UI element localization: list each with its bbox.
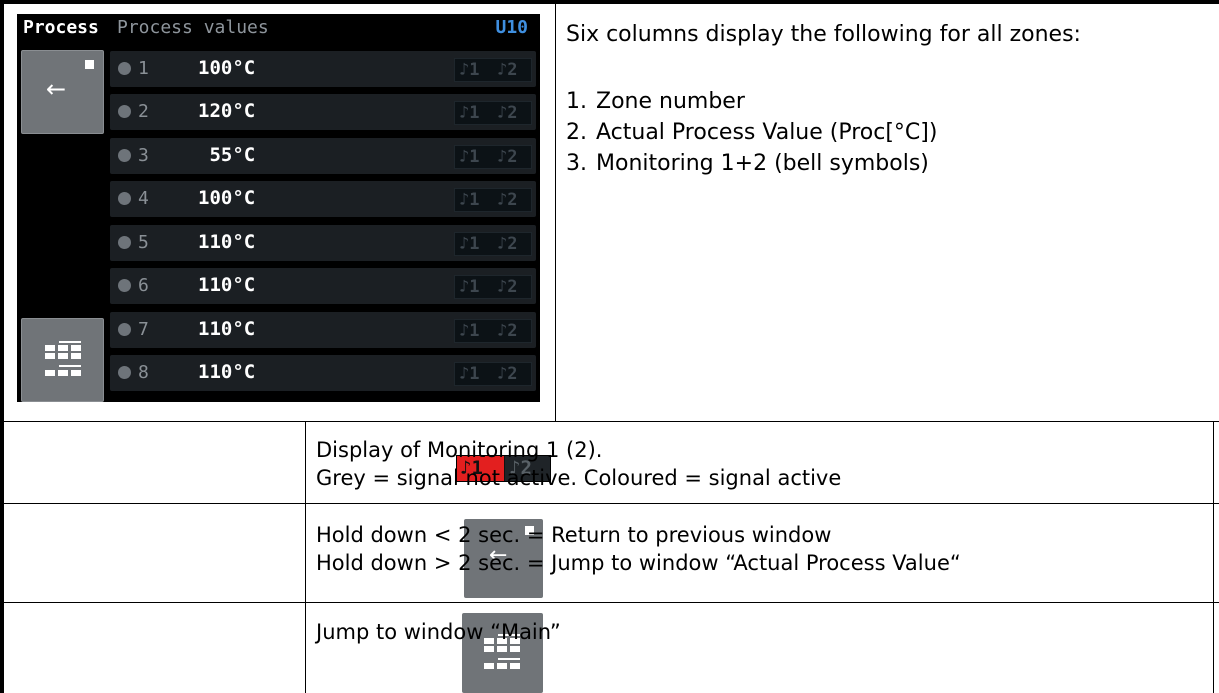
zone-status-icon bbox=[118, 323, 131, 336]
process-value: 110°C bbox=[198, 318, 256, 340]
indicator-square-icon bbox=[85, 60, 94, 69]
screen-title: Process bbox=[23, 17, 99, 38]
process-value: 110°C bbox=[198, 231, 256, 253]
monitoring-1-bell-icon: ♪1 bbox=[459, 103, 480, 123]
back-button[interactable]: ← bbox=[21, 50, 104, 134]
column-divider bbox=[305, 421, 306, 693]
process-value: 100°C bbox=[198, 57, 256, 79]
monitoring-2-bell-icon: ♪2 bbox=[497, 103, 518, 123]
list-text: Actual Process Value (Proc[°C]) bbox=[596, 120, 938, 145]
process-value: 110°C bbox=[198, 361, 256, 383]
zone-number: 1 bbox=[138, 58, 149, 79]
row-divider bbox=[0, 503, 1219, 504]
table-border-top bbox=[0, 0, 1219, 4]
list-number: 3. bbox=[566, 151, 587, 176]
zone-number: 6 bbox=[138, 275, 149, 296]
monitoring-bells: ♪1 ♪2 bbox=[454, 232, 532, 256]
zone-row[interactable]: 3 55°C ♪1 ♪2 bbox=[110, 138, 536, 174]
unit-tag: U10 bbox=[495, 17, 528, 38]
table-border-left bbox=[0, 0, 4, 693]
process-value: 55°C bbox=[198, 144, 256, 166]
zone-number: 2 bbox=[138, 101, 149, 122]
legend-text-line: Display of Monitoring 1 (2). bbox=[316, 438, 603, 462]
legend-text-line: Jump to window “Main” bbox=[316, 620, 561, 644]
zone-row[interactable]: 4 100°C ♪1 ♪2 bbox=[110, 181, 536, 217]
zone-row[interactable]: 7 110°C ♪1 ♪2 bbox=[110, 312, 536, 348]
zone-number: 4 bbox=[138, 188, 149, 209]
monitoring-1-bell-icon: ♪1 bbox=[459, 277, 480, 297]
list-item: 2. Actual Process Value (Proc[°C]) bbox=[566, 118, 937, 149]
monitoring-1-bell-icon: ♪1 bbox=[459, 147, 480, 167]
monitoring-bells: ♪1 ♪2 bbox=[454, 275, 532, 299]
monitoring-2-bell-icon: ♪2 bbox=[497, 277, 518, 297]
zone-status-icon bbox=[118, 149, 131, 162]
zone-row[interactable]: 1 100°C ♪1 ♪2 bbox=[110, 51, 536, 87]
monitoring-2-bell-icon: ♪2 bbox=[497, 190, 518, 210]
monitoring-2-bell-icon: ♪2 bbox=[497, 364, 518, 384]
zone-number: 7 bbox=[138, 319, 149, 340]
zone-status-icon bbox=[118, 279, 131, 292]
device-screen: Process Process values U10 ← 1 100°C ♪1 … bbox=[17, 14, 540, 402]
legend-text-line: Hold down < 2 sec. = Return to previous … bbox=[316, 523, 832, 547]
zone-row[interactable]: 5 110°C ♪1 ♪2 bbox=[110, 225, 536, 261]
zone-row[interactable]: 2 120°C ♪1 ♪2 bbox=[110, 94, 536, 130]
monitoring-1-bell-icon: ♪1 bbox=[459, 321, 480, 341]
main-button[interactable] bbox=[21, 318, 104, 402]
list-text: Zone number bbox=[596, 89, 745, 114]
monitoring-1-bell-icon: ♪1 bbox=[459, 234, 480, 254]
zone-number: 8 bbox=[138, 362, 149, 383]
monitoring-2-bell-icon: ♪2 bbox=[497, 147, 518, 167]
row-divider bbox=[0, 421, 1219, 422]
main-grid-icon bbox=[45, 341, 81, 376]
monitoring-bells: ♪1 ♪2 bbox=[454, 319, 532, 343]
zone-status-icon bbox=[118, 105, 131, 118]
list-number: 2. bbox=[566, 120, 587, 145]
description-list: 1. Zone number 2. Actual Process Value (Pr… bbox=[566, 87, 937, 180]
zone-status-icon bbox=[118, 62, 131, 75]
screen-header: Process Process values U10 bbox=[17, 14, 540, 42]
zone-row[interactable]: 6 110°C ♪1 ♪2 bbox=[110, 268, 536, 304]
back-arrow-icon: ← bbox=[46, 75, 67, 103]
column-divider bbox=[1213, 421, 1214, 693]
monitoring-bells: ♪1 ♪2 bbox=[454, 145, 532, 169]
legend-text-line: Grey = signal not active. Coloured = sig… bbox=[316, 466, 842, 490]
monitoring-bells: ♪1 ♪2 bbox=[454, 58, 532, 82]
process-value: 120°C bbox=[198, 100, 256, 122]
zone-status-icon bbox=[118, 192, 131, 205]
list-item: 1. Zone number bbox=[566, 87, 937, 118]
zone-status-icon bbox=[118, 236, 131, 249]
list-number: 1. bbox=[566, 89, 587, 114]
row-divider bbox=[0, 602, 1219, 603]
monitoring-bells: ♪1 ♪2 bbox=[454, 188, 532, 212]
screen-subtitle: Process values bbox=[117, 17, 269, 38]
legend-text-line: Hold down > 2 sec. = Jump to window “Act… bbox=[316, 551, 961, 575]
process-value: 110°C bbox=[198, 274, 256, 296]
process-value: 100°C bbox=[198, 187, 256, 209]
monitoring-1-bell-icon: ♪1 bbox=[459, 60, 480, 80]
list-item: 3. Monitoring 1+2 (bell symbols) bbox=[566, 149, 937, 180]
monitoring-2-bell-icon: ♪2 bbox=[497, 60, 518, 80]
monitoring-2-bell-icon: ♪2 bbox=[497, 321, 518, 341]
list-text: Monitoring 1+2 (bell symbols) bbox=[596, 151, 929, 176]
description-intro: Six columns display the following for al… bbox=[566, 22, 1081, 47]
monitoring-2-bell-icon: ♪2 bbox=[497, 234, 518, 254]
zone-status-icon bbox=[118, 366, 131, 379]
zone-number: 3 bbox=[138, 145, 149, 166]
column-divider bbox=[555, 0, 556, 421]
zone-row[interactable]: 8 110°C ♪1 ♪2 bbox=[110, 355, 536, 391]
zone-number: 5 bbox=[138, 232, 149, 253]
monitoring-bells: ♪1 ♪2 bbox=[454, 362, 532, 386]
monitoring-1-bell-icon: ♪1 bbox=[459, 364, 480, 384]
monitoring-1-bell-icon: ♪1 bbox=[459, 190, 480, 210]
monitoring-bells: ♪1 ♪2 bbox=[454, 101, 532, 125]
